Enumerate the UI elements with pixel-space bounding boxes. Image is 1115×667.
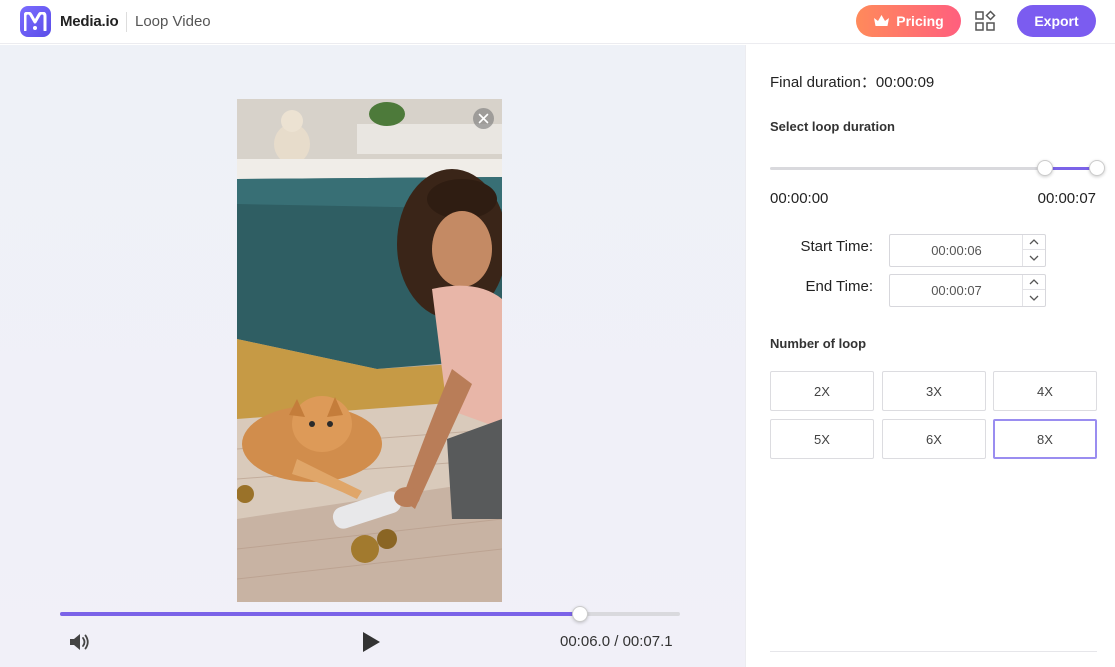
loop-option-2x[interactable]: 2X xyxy=(770,371,874,411)
loop-option-4x[interactable]: 4X xyxy=(993,371,1097,411)
loop-option-6x[interactable]: 6X xyxy=(882,419,986,459)
play-icon[interactable] xyxy=(361,631,381,653)
start-time-decrement-button[interactable] xyxy=(1023,250,1045,265)
current-time: 00:06.0 xyxy=(560,633,611,650)
end-time-field xyxy=(889,274,1046,307)
video-close-button[interactable] xyxy=(473,108,494,129)
brand-name: Media.io xyxy=(60,13,119,30)
chevron-up-icon xyxy=(1029,239,1039,245)
end-time-spinner xyxy=(1022,275,1045,306)
media-io-logo[interactable] xyxy=(20,6,51,37)
loop-option-5x[interactable]: 5X xyxy=(770,419,874,459)
close-icon xyxy=(478,113,489,124)
final-duration: Final duration：00:00:09 xyxy=(770,71,934,92)
playback-time-readout: 00:06.0 / 00:07.1 xyxy=(560,633,673,650)
number-of-loop-title: Number of loop xyxy=(770,336,867,351)
header-divider xyxy=(126,12,127,32)
apps-grid-icon[interactable] xyxy=(974,10,996,32)
volume-icon[interactable] xyxy=(69,632,91,652)
end-time-label: End Time: xyxy=(805,278,873,295)
pricing-button[interactable]: Pricing xyxy=(856,5,961,37)
end-time-input[interactable] xyxy=(890,275,1023,306)
settings-panel: Final duration：00:00:09 Select loop dura… xyxy=(745,45,1115,667)
chevron-down-icon xyxy=(1029,295,1039,301)
time-separator: / xyxy=(610,633,623,650)
loop-duration-range-slider[interactable] xyxy=(770,160,1105,176)
loop-range-start-handle[interactable] xyxy=(1036,160,1053,176)
final-duration-label: Final duration： xyxy=(770,74,876,91)
end-time-increment-button[interactable] xyxy=(1023,275,1045,290)
crown-icon xyxy=(874,15,890,26)
chevron-up-icon xyxy=(1029,279,1039,285)
chevron-down-icon xyxy=(1029,255,1039,261)
app-header: Media.io Loop Video Pricing Export xyxy=(0,0,1115,44)
total-time: 00:07.1 xyxy=(622,633,673,650)
playback-scrubber-handle[interactable] xyxy=(571,606,588,622)
loop-option-8x[interactable]: 8X xyxy=(993,419,1097,459)
playback-progress-fill xyxy=(60,612,580,616)
video-thumbnail xyxy=(237,99,502,602)
range-min-label: 00:00:00 xyxy=(770,190,829,207)
start-time-increment-button[interactable] xyxy=(1023,235,1045,250)
panel-divider xyxy=(770,651,1097,652)
loop-option-3x[interactable]: 3X xyxy=(882,371,986,411)
pricing-label: Pricing xyxy=(896,13,944,29)
start-time-input[interactable] xyxy=(890,235,1023,266)
start-time-field xyxy=(889,234,1046,267)
start-time-spinner xyxy=(1022,235,1045,266)
page-title: Loop Video xyxy=(135,13,211,30)
final-duration-value: 00:00:09 xyxy=(875,74,935,91)
range-max-label: 00:00:07 xyxy=(1037,190,1096,207)
loop-range-end-handle[interactable] xyxy=(1089,160,1105,176)
logo-m-icon xyxy=(24,12,47,31)
end-time-decrement-button[interactable] xyxy=(1023,290,1045,305)
start-time-label: Start Time: xyxy=(800,238,873,255)
playback-progress-bar[interactable] xyxy=(60,606,680,622)
video-preview-area: 00:06.0 / 00:07.1 xyxy=(0,45,745,667)
video-frame[interactable] xyxy=(237,99,502,602)
select-loop-duration-title: Select loop duration xyxy=(770,119,895,134)
export-button[interactable]: Export xyxy=(1017,5,1096,37)
